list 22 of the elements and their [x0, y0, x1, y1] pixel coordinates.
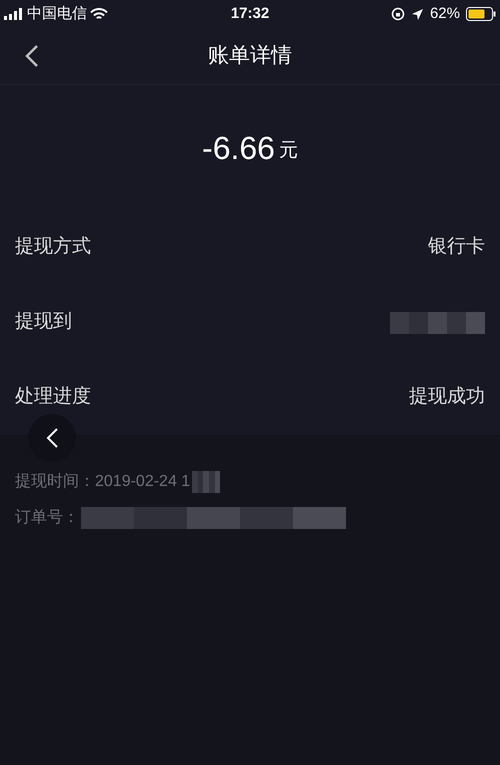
chevron-left-icon: [25, 44, 39, 68]
wifi-icon: [90, 8, 108, 20]
carrier-name: 中国电信: [27, 4, 87, 24]
rotation-lock-icon: [390, 7, 405, 21]
battery-percent: 62%: [430, 4, 460, 24]
floating-back-button[interactable]: [28, 414, 76, 462]
row-label: 提现方式: [15, 235, 91, 260]
row-label: 处理进度: [15, 385, 91, 410]
page-title: 账单详情: [208, 43, 292, 70]
detail-text: 提现时间：2019-02-24 1: [15, 472, 190, 492]
redacted-block: [192, 471, 220, 493]
row-label: 提现到: [15, 310, 72, 334]
clock: 17:32: [230, 4, 270, 24]
signal-icon: [4, 8, 24, 20]
detail-text: 订单号：: [15, 508, 79, 528]
amount: -6.66: [202, 128, 275, 168]
location-icon: [410, 8, 424, 20]
currency-unit: 元: [278, 139, 298, 164]
row-value: 银行卡: [428, 235, 485, 260]
battery-icon: [466, 7, 496, 21]
chevron-left-icon: [45, 427, 59, 449]
row-value: 提现成功: [409, 385, 485, 410]
